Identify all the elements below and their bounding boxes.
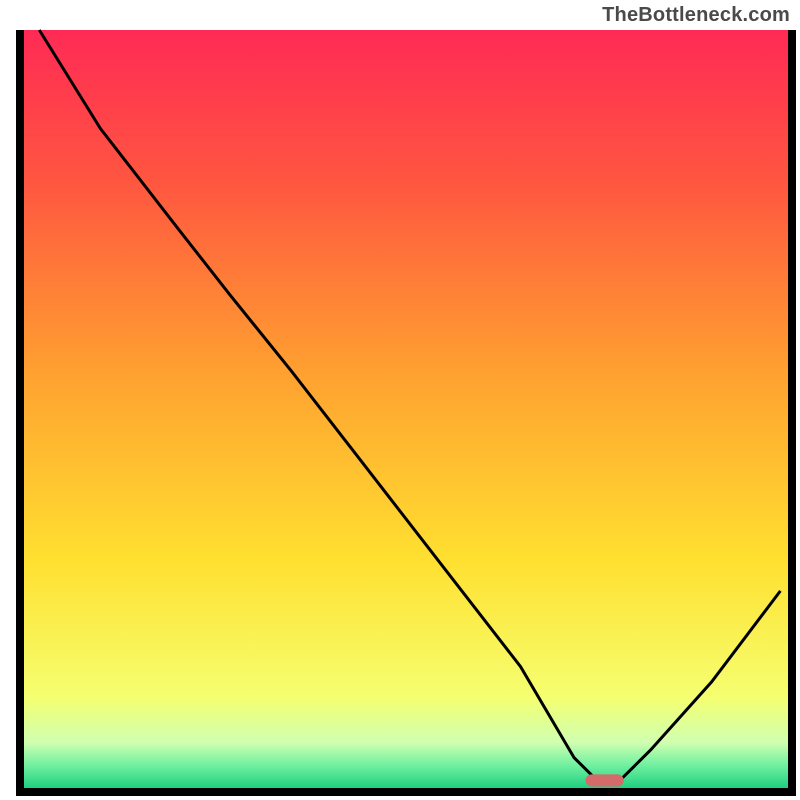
- optimal-marker: [586, 774, 624, 786]
- axis-frame: [16, 30, 24, 796]
- chart-container: { "watermark": "TheBottleneck.com", "cha…: [0, 0, 800, 800]
- watermark-text: TheBottleneck.com: [602, 4, 790, 27]
- axis-frame: [16, 788, 796, 796]
- bottleneck-chart: [0, 0, 800, 800]
- plot-background: [24, 30, 788, 788]
- axis-frame: [788, 30, 796, 796]
